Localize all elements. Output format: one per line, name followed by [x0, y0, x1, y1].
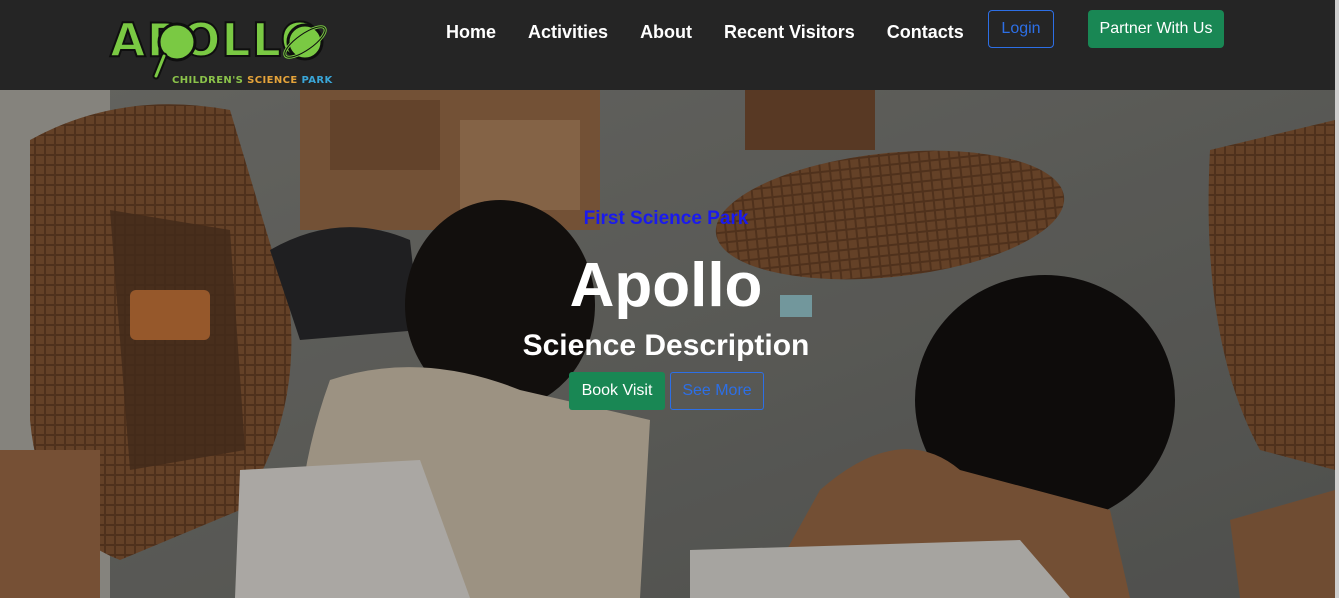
magnifier-icon — [152, 22, 197, 80]
page: APOLLO CHILDREN'S SCIENCE PARK Home Acti… — [0, 0, 1339, 598]
nav-links: Home Activities About Recent Visitors Co… — [430, 20, 980, 44]
nav-link-about[interactable]: About — [624, 20, 708, 44]
hero-title: Apollo — [569, 251, 763, 320]
logo-sub-science: SCIENCE — [247, 75, 298, 86]
nav-link-home[interactable]: Home — [430, 20, 512, 44]
nav-link-activities[interactable]: Activities — [512, 20, 624, 44]
hero-buttons: Book Visit See More — [569, 372, 764, 410]
nav-link-contacts[interactable]: Contacts — [871, 20, 980, 44]
login-button[interactable]: Login — [988, 10, 1054, 48]
hero-tagline: First Science Park — [583, 208, 749, 229]
hero-description: Science Description — [522, 329, 810, 362]
nav-link-recent-visitors[interactable]: Recent Visitors — [708, 20, 871, 44]
see-more-button[interactable]: See More — [670, 372, 764, 410]
brand-logo[interactable]: APOLLO CHILDREN'S SCIENCE PARK — [109, 13, 333, 90]
planet-icon — [283, 23, 327, 61]
scrollbar[interactable] — [1335, 0, 1339, 598]
logo-subtitle: CHILDREN'S SCIENCE PARK — [172, 75, 333, 87]
partner-button[interactable]: Partner With Us — [1088, 10, 1224, 48]
logo-sub-childrens: CHILDREN'S — [172, 75, 244, 86]
logo-sub-park: PARK — [301, 75, 333, 86]
hero-section: First Science Park Apollo Science Descri… — [0, 90, 1335, 598]
book-visit-button[interactable]: Book Visit — [569, 372, 665, 410]
navbar: APOLLO CHILDREN'S SCIENCE PARK Home Acti… — [0, 0, 1339, 90]
